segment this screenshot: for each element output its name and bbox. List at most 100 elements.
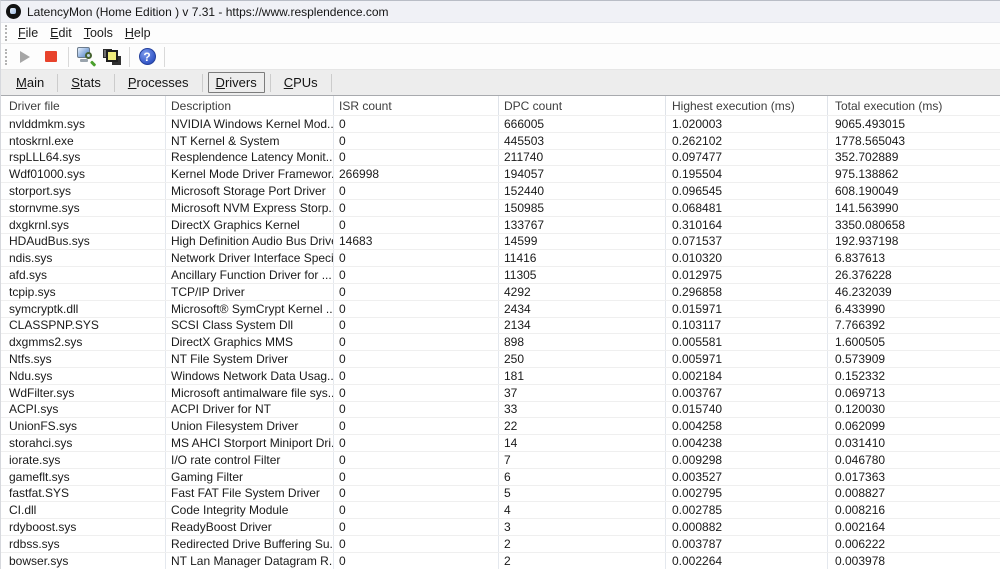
table-row[interactable]: WdFilter.sys Microsoft antimalware file … [1, 384, 1000, 401]
cell-highest-execution: 0.296858 [666, 284, 828, 300]
cell-description: Code Integrity Module [166, 502, 334, 518]
cell-total-execution: 1778.565043 [828, 133, 1000, 149]
menu-tools[interactable]: Tools [78, 24, 119, 42]
cell-driver-file: rdyboost.sys [1, 519, 166, 535]
cell-dpc-count: 2 [499, 553, 666, 569]
cell-highest-execution: 0.002785 [666, 502, 828, 518]
table-row[interactable]: ndis.sys Network Driver Interface Speci.… [1, 249, 1000, 266]
column-header-dpc-count[interactable]: DPC count [499, 96, 666, 115]
help-button[interactable]: ? [135, 46, 159, 68]
table-row[interactable]: iorate.sys I/O rate control Filter 0 7 0… [1, 451, 1000, 468]
table-row[interactable]: ntoskrnl.exe NT Kernel & System 0 445503… [1, 132, 1000, 149]
table-row[interactable]: tcpip.sys TCP/IP Driver 0 4292 0.296858 … [1, 283, 1000, 300]
cell-total-execution: 6.433990 [828, 301, 1000, 317]
toolbar-gripper[interactable] [5, 49, 8, 65]
cell-highest-execution: 0.097477 [666, 150, 828, 166]
tab-separator [202, 74, 203, 92]
table-row[interactable]: dxgmms2.sys DirectX Graphics MMS 0 898 0… [1, 333, 1000, 350]
table-row[interactable]: rspLLL64.sys Resplendence Latency Monit.… [1, 149, 1000, 166]
tab-drivers[interactable]: Drivers [208, 72, 265, 93]
cell-driver-file: CLASSPNP.SYS [1, 318, 166, 334]
table-row[interactable]: rdbss.sys Redirected Drive Buffering Su.… [1, 535, 1000, 552]
cell-driver-file: iorate.sys [1, 452, 166, 468]
cell-driver-file: gameflt.sys [1, 469, 166, 485]
cell-highest-execution: 1.020003 [666, 116, 828, 132]
cell-highest-execution: 0.005581 [666, 334, 828, 350]
stop-monitor-button[interactable] [39, 46, 63, 68]
column-header-highest-execution[interactable]: Highest execution (ms) [666, 96, 828, 115]
cell-highest-execution: 0.096545 [666, 183, 828, 199]
table-row[interactable]: CI.dll Code Integrity Module 0 4 0.00278… [1, 501, 1000, 518]
cell-highest-execution: 0.000882 [666, 519, 828, 535]
menu-edit[interactable]: Edit [44, 24, 78, 42]
cell-description: Kernel Mode Driver Framewor... [166, 166, 334, 182]
cell-isr-count: 0 [334, 553, 499, 569]
cell-dpc-count: 37 [499, 385, 666, 401]
cell-total-execution: 1.600505 [828, 334, 1000, 350]
table-row[interactable]: ACPI.sys ACPI Driver for NT 0 33 0.01574… [1, 401, 1000, 418]
column-header-isr-count[interactable]: ISR count [334, 96, 499, 115]
cell-driver-file: bowser.sys [1, 553, 166, 569]
table-row[interactable]: UnionFS.sys Union Filesystem Driver 0 22… [1, 417, 1000, 434]
cell-description: Ancillary Function Driver for ... [166, 267, 334, 283]
table-row[interactable]: storahci.sys MS AHCI Storport Miniport D… [1, 434, 1000, 451]
cell-total-execution: 0.573909 [828, 351, 1000, 367]
cell-description: Microsoft antimalware file sys... [166, 385, 334, 401]
tab-strip: Main Stats Processes Drivers CPUs [1, 70, 1000, 96]
cell-highest-execution: 0.310164 [666, 217, 828, 233]
table-row[interactable]: CLASSPNP.SYS SCSI Class System Dll 0 213… [1, 317, 1000, 334]
table-row[interactable]: rdyboost.sys ReadyBoost Driver 0 3 0.000… [1, 518, 1000, 535]
table-row[interactable]: dxgkrnl.sys DirectX Graphics Kernel 0 13… [1, 216, 1000, 233]
cell-dpc-count: 11305 [499, 267, 666, 283]
cell-description: DirectX Graphics Kernel [166, 217, 334, 233]
toolbar-separator [68, 47, 69, 67]
tab-main[interactable]: Main [3, 72, 57, 93]
table-row[interactable]: Ndu.sys Windows Network Data Usag... 0 1… [1, 367, 1000, 384]
table-row[interactable]: Wdf01000.sys Kernel Mode Driver Framewor… [1, 165, 1000, 182]
title-bar[interactable]: LatencyMon (Home Edition ) v 7.31 - http… [1, 1, 1000, 23]
cell-total-execution: 975.138862 [828, 166, 1000, 182]
table-row[interactable]: Ntfs.sys NT File System Driver 0 250 0.0… [1, 350, 1000, 367]
table-row[interactable]: gameflt.sys Gaming Filter 0 6 0.003527 0… [1, 468, 1000, 485]
cell-driver-file: ndis.sys [1, 250, 166, 266]
analyze-button[interactable] [74, 46, 98, 68]
cell-dpc-count: 33 [499, 402, 666, 418]
cell-description: Resplendence Latency Monit... [166, 150, 334, 166]
tab-separator [331, 74, 332, 92]
table-row[interactable]: HDAudBus.sys High Definition Audio Bus D… [1, 233, 1000, 250]
toolbar-separator [164, 47, 165, 67]
table-row[interactable]: fastfat.SYS Fast FAT File System Driver … [1, 485, 1000, 502]
cell-dpc-count: 2 [499, 536, 666, 552]
table-row[interactable]: symcryptk.dll Microsoft® SymCrypt Kernel… [1, 300, 1000, 317]
menu-file[interactable]: File [12, 24, 44, 42]
latencymon-window: LatencyMon (Home Edition ) v 7.31 - http… [0, 0, 1000, 569]
cell-dpc-count: 4 [499, 502, 666, 518]
tab-cpus[interactable]: CPUs [271, 72, 331, 93]
start-monitor-button[interactable] [13, 46, 37, 68]
cell-isr-count: 0 [334, 284, 499, 300]
cell-highest-execution: 0.009298 [666, 452, 828, 468]
cell-total-execution: 608.190049 [828, 183, 1000, 199]
column-header-driver-file[interactable]: Driver file [1, 96, 166, 115]
report-button[interactable] [100, 46, 124, 68]
tab-processes[interactable]: Processes [115, 72, 202, 93]
cell-highest-execution: 0.004238 [666, 435, 828, 451]
table-row[interactable]: stornvme.sys Microsoft NVM Express Storp… [1, 199, 1000, 216]
cell-driver-file: ntoskrnl.exe [1, 133, 166, 149]
cell-dpc-count: 6 [499, 469, 666, 485]
column-header-description[interactable]: Description [166, 96, 334, 115]
cell-total-execution: 0.003978 [828, 553, 1000, 569]
table-row[interactable]: storport.sys Microsoft Storage Port Driv… [1, 182, 1000, 199]
column-header-total-execution[interactable]: Total execution (ms) [828, 96, 1000, 115]
menu-gripper[interactable] [5, 25, 8, 41]
play-icon [20, 51, 30, 63]
stacked-squares-icon [102, 48, 122, 66]
cell-driver-file: storport.sys [1, 183, 166, 199]
menu-help[interactable]: Help [119, 24, 157, 42]
tab-stats[interactable]: Stats [58, 72, 114, 93]
cell-description: NT Lan Manager Datagram R... [166, 553, 334, 569]
table-row[interactable]: nvlddmkm.sys NVIDIA Windows Kernel Mod..… [1, 115, 1000, 132]
table-row[interactable]: afd.sys Ancillary Function Driver for ..… [1, 266, 1000, 283]
table-row[interactable]: bowser.sys NT Lan Manager Datagram R... … [1, 552, 1000, 569]
cell-isr-count: 0 [334, 435, 499, 451]
